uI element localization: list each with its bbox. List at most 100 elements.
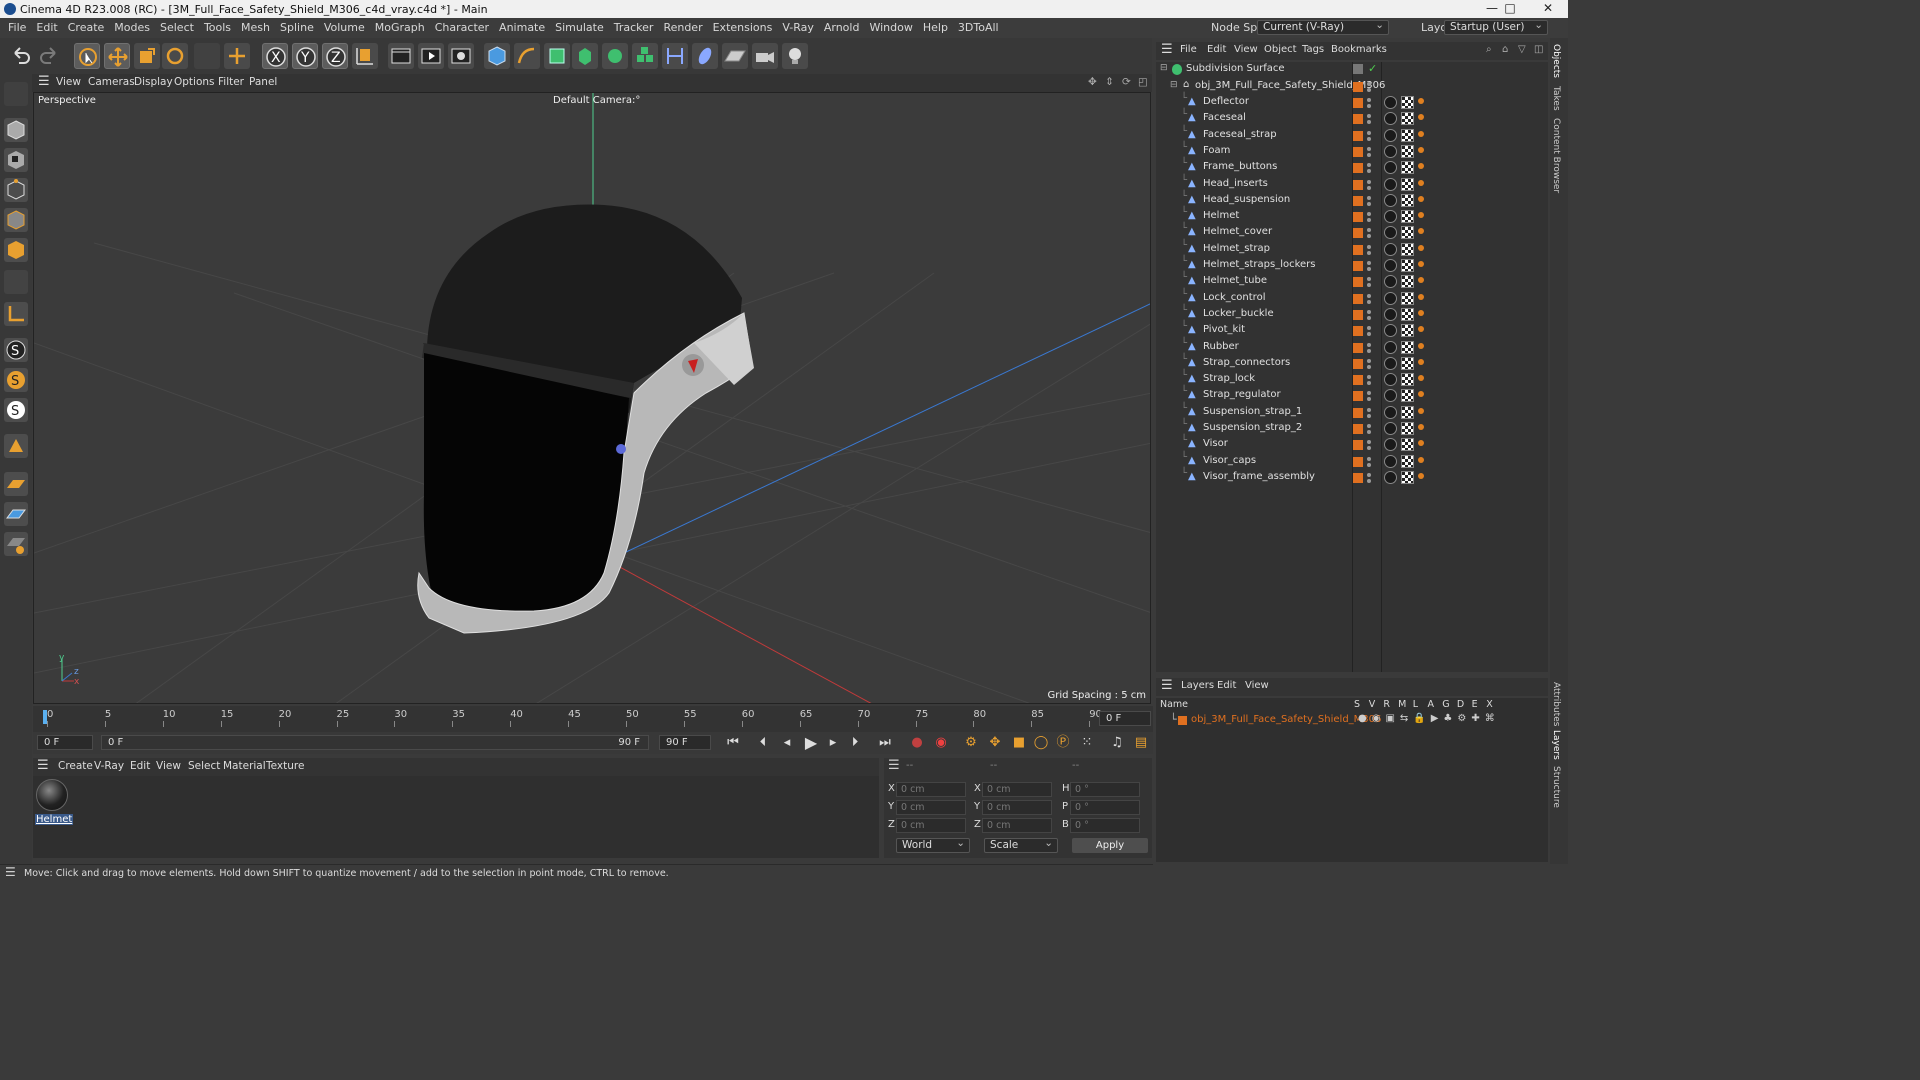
vray-material-tag-icon[interactable]	[1384, 112, 1397, 126]
editor-visibility-dot[interactable]	[1367, 424, 1371, 428]
editor-visibility-dot[interactable]	[1367, 293, 1371, 298]
render-visibility-dot[interactable]	[1367, 397, 1371, 402]
object-row-lock-control[interactable]: └ ▲ Lock_control	[1156, 289, 1548, 307]
selection-tag-icon[interactable]	[1418, 440, 1424, 447]
object-menu-tags[interactable]: Tags	[1302, 44, 1324, 55]
texture-tag-icon[interactable]	[1401, 210, 1414, 224]
maximize-button[interactable]: □	[1492, 0, 1528, 18]
object-row-visor-caps[interactable]: └ ▲ Visor_caps	[1156, 452, 1548, 470]
menu-create[interactable]: Create	[68, 18, 105, 38]
editor-visibility-dot[interactable]	[1367, 228, 1371, 233]
home-icon[interactable]: ⌂	[1502, 44, 1508, 55]
texture-tag-icon[interactable]	[1401, 307, 1414, 321]
layer-col-e[interactable]: E	[1472, 699, 1478, 710]
viewport-menu-filter[interactable]: Filter	[218, 76, 244, 88]
render-visibility-dot[interactable]	[1367, 364, 1371, 369]
render-visibility-dot[interactable]	[1367, 446, 1371, 451]
object-row-subdivision-surface[interactable]: ⊟ Subdivision Surface ✓	[1156, 62, 1548, 78]
collapse-icon[interactable]: ⊟	[1170, 80, 1180, 91]
snap-settings-icon[interactable]: S	[4, 368, 28, 392]
menu-character[interactable]: Character	[435, 18, 489, 38]
object-row-strap-lock[interactable]: └ ▲ Strap_lock	[1156, 370, 1548, 388]
menu-volume[interactable]: Volume	[324, 18, 365, 38]
go-to-start-icon[interactable]: ⏮	[723, 734, 743, 752]
coordinates-hamburger-icon[interactable]: ☰	[888, 758, 900, 773]
texture-tag-icon[interactable]	[1401, 177, 1414, 191]
vray-material-tag-icon[interactable]	[1384, 405, 1397, 419]
menu-extensions[interactable]: Extensions	[713, 18, 773, 38]
vray-material-tag-icon[interactable]	[1384, 307, 1397, 321]
vray-material-tag-icon[interactable]	[1384, 210, 1397, 224]
uv-mode-icon[interactable]	[4, 270, 28, 294]
render-visibility-dot[interactable]	[1367, 88, 1371, 92]
editor-visibility-dot[interactable]	[1367, 440, 1371, 445]
autokey-icon[interactable]: ◉	[931, 734, 951, 752]
texture-tag-icon[interactable]	[1401, 193, 1414, 207]
menu-window[interactable]: Window	[869, 18, 912, 38]
object-row-helmet[interactable]: └ ▲ Helmet	[1156, 207, 1548, 225]
coord-field[interactable]: 0 °	[1070, 800, 1140, 815]
menu-animate[interactable]: Animate	[499, 18, 545, 38]
texture-tag-icon[interactable]	[1401, 438, 1414, 452]
selection-tag-icon[interactable]	[1418, 358, 1424, 365]
selection-tag-icon[interactable]	[1418, 228, 1424, 235]
texture-tag-icon[interactable]	[1401, 470, 1414, 484]
array-icon[interactable]	[632, 43, 658, 69]
end-frame-field[interactable]: 90 F	[659, 735, 711, 750]
key-rotation-icon[interactable]: ◯	[1031, 734, 1051, 752]
texture-tag-icon[interactable]	[1401, 128, 1414, 142]
object-row-pivot-kit[interactable]: └ ▲ Pivot_kit	[1156, 321, 1548, 339]
render-settings-icon[interactable]	[448, 43, 474, 69]
layer-col-d[interactable]: D	[1457, 699, 1464, 710]
viewport-menu-cameras[interactable]: Cameras	[88, 76, 135, 88]
texture-tag-icon[interactable]	[1401, 340, 1414, 354]
layer-col-l[interactable]: L	[1413, 699, 1418, 710]
vray-material-tag-icon[interactable]	[1384, 144, 1397, 158]
editor-visibility-dot[interactable]	[1367, 98, 1371, 102]
axis-mode-icon[interactable]	[4, 302, 28, 326]
coordinate-space-dropdown[interactable]: World	[896, 837, 970, 853]
texture-mode-icon[interactable]	[4, 148, 28, 172]
menu-modes[interactable]: Modes	[114, 18, 150, 38]
editor-visibility-dot[interactable]	[1367, 326, 1371, 331]
selection-tag-icon[interactable]	[1418, 391, 1424, 398]
vray-material-tag-icon[interactable]	[1384, 438, 1397, 452]
vray-material-tag-icon[interactable]	[1384, 193, 1397, 207]
object-menu-object[interactable]: Object	[1264, 44, 1297, 55]
selection-tag-icon[interactable]	[1418, 146, 1424, 153]
texture-tag-icon[interactable]	[1401, 422, 1414, 435]
menu-file[interactable]: File	[8, 18, 26, 38]
editor-visibility-dot[interactable]	[1367, 195, 1371, 200]
editor-visibility-dot[interactable]	[1367, 212, 1371, 217]
keyframe-selection-icon[interactable]: ⚙	[961, 734, 981, 752]
go-to-end-icon[interactable]: ⏭	[875, 734, 895, 752]
object-menu-edit[interactable]: Edit	[1207, 44, 1226, 55]
editor-visibility-dot[interactable]	[1367, 375, 1371, 380]
material-menu-create[interactable]: Create	[58, 760, 93, 772]
viewport-rotate-icon[interactable]: ⟳	[1122, 76, 1131, 88]
object-menu-file[interactable]: File	[1180, 44, 1197, 55]
render-visibility-dot[interactable]	[1367, 234, 1371, 239]
object-row-group[interactable]: ⊟ ⌂ obj_3M_Full_Face_Safety_Shield_M306	[1156, 79, 1548, 95]
size-mode-dropdown[interactable]: Scale	[984, 837, 1058, 853]
menu-help[interactable]: Help	[923, 18, 948, 38]
texture-tag-icon[interactable]	[1401, 454, 1414, 468]
menu-simulate[interactable]: Simulate	[555, 18, 604, 38]
selection-tag-icon[interactable]	[1418, 456, 1424, 463]
vray-material-tag-icon[interactable]	[1384, 324, 1397, 338]
move-tool-icon[interactable]	[104, 43, 130, 69]
menu-mesh[interactable]: Mesh	[241, 18, 270, 38]
selection-tag-icon[interactable]	[1418, 424, 1424, 430]
coord-field[interactable]: 0 cm	[896, 818, 966, 833]
mograph-cloner-icon[interactable]	[602, 43, 628, 69]
menu-spline[interactable]: Spline	[280, 18, 314, 38]
key-pla-icon[interactable]: ⁙	[1077, 734, 1097, 752]
editor-visibility-dot[interactable]	[1367, 407, 1371, 412]
menu-select[interactable]: Select	[160, 18, 194, 38]
material-hamburger-icon[interactable]: ☰	[37, 758, 49, 773]
play-icon[interactable]: ▶	[801, 734, 821, 752]
editor-visibility-dot[interactable]	[1367, 472, 1371, 477]
vray-material-tag-icon[interactable]	[1384, 128, 1397, 142]
selection-tag-icon[interactable]	[1418, 375, 1424, 382]
material-menu-material[interactable]: Material	[223, 760, 266, 772]
